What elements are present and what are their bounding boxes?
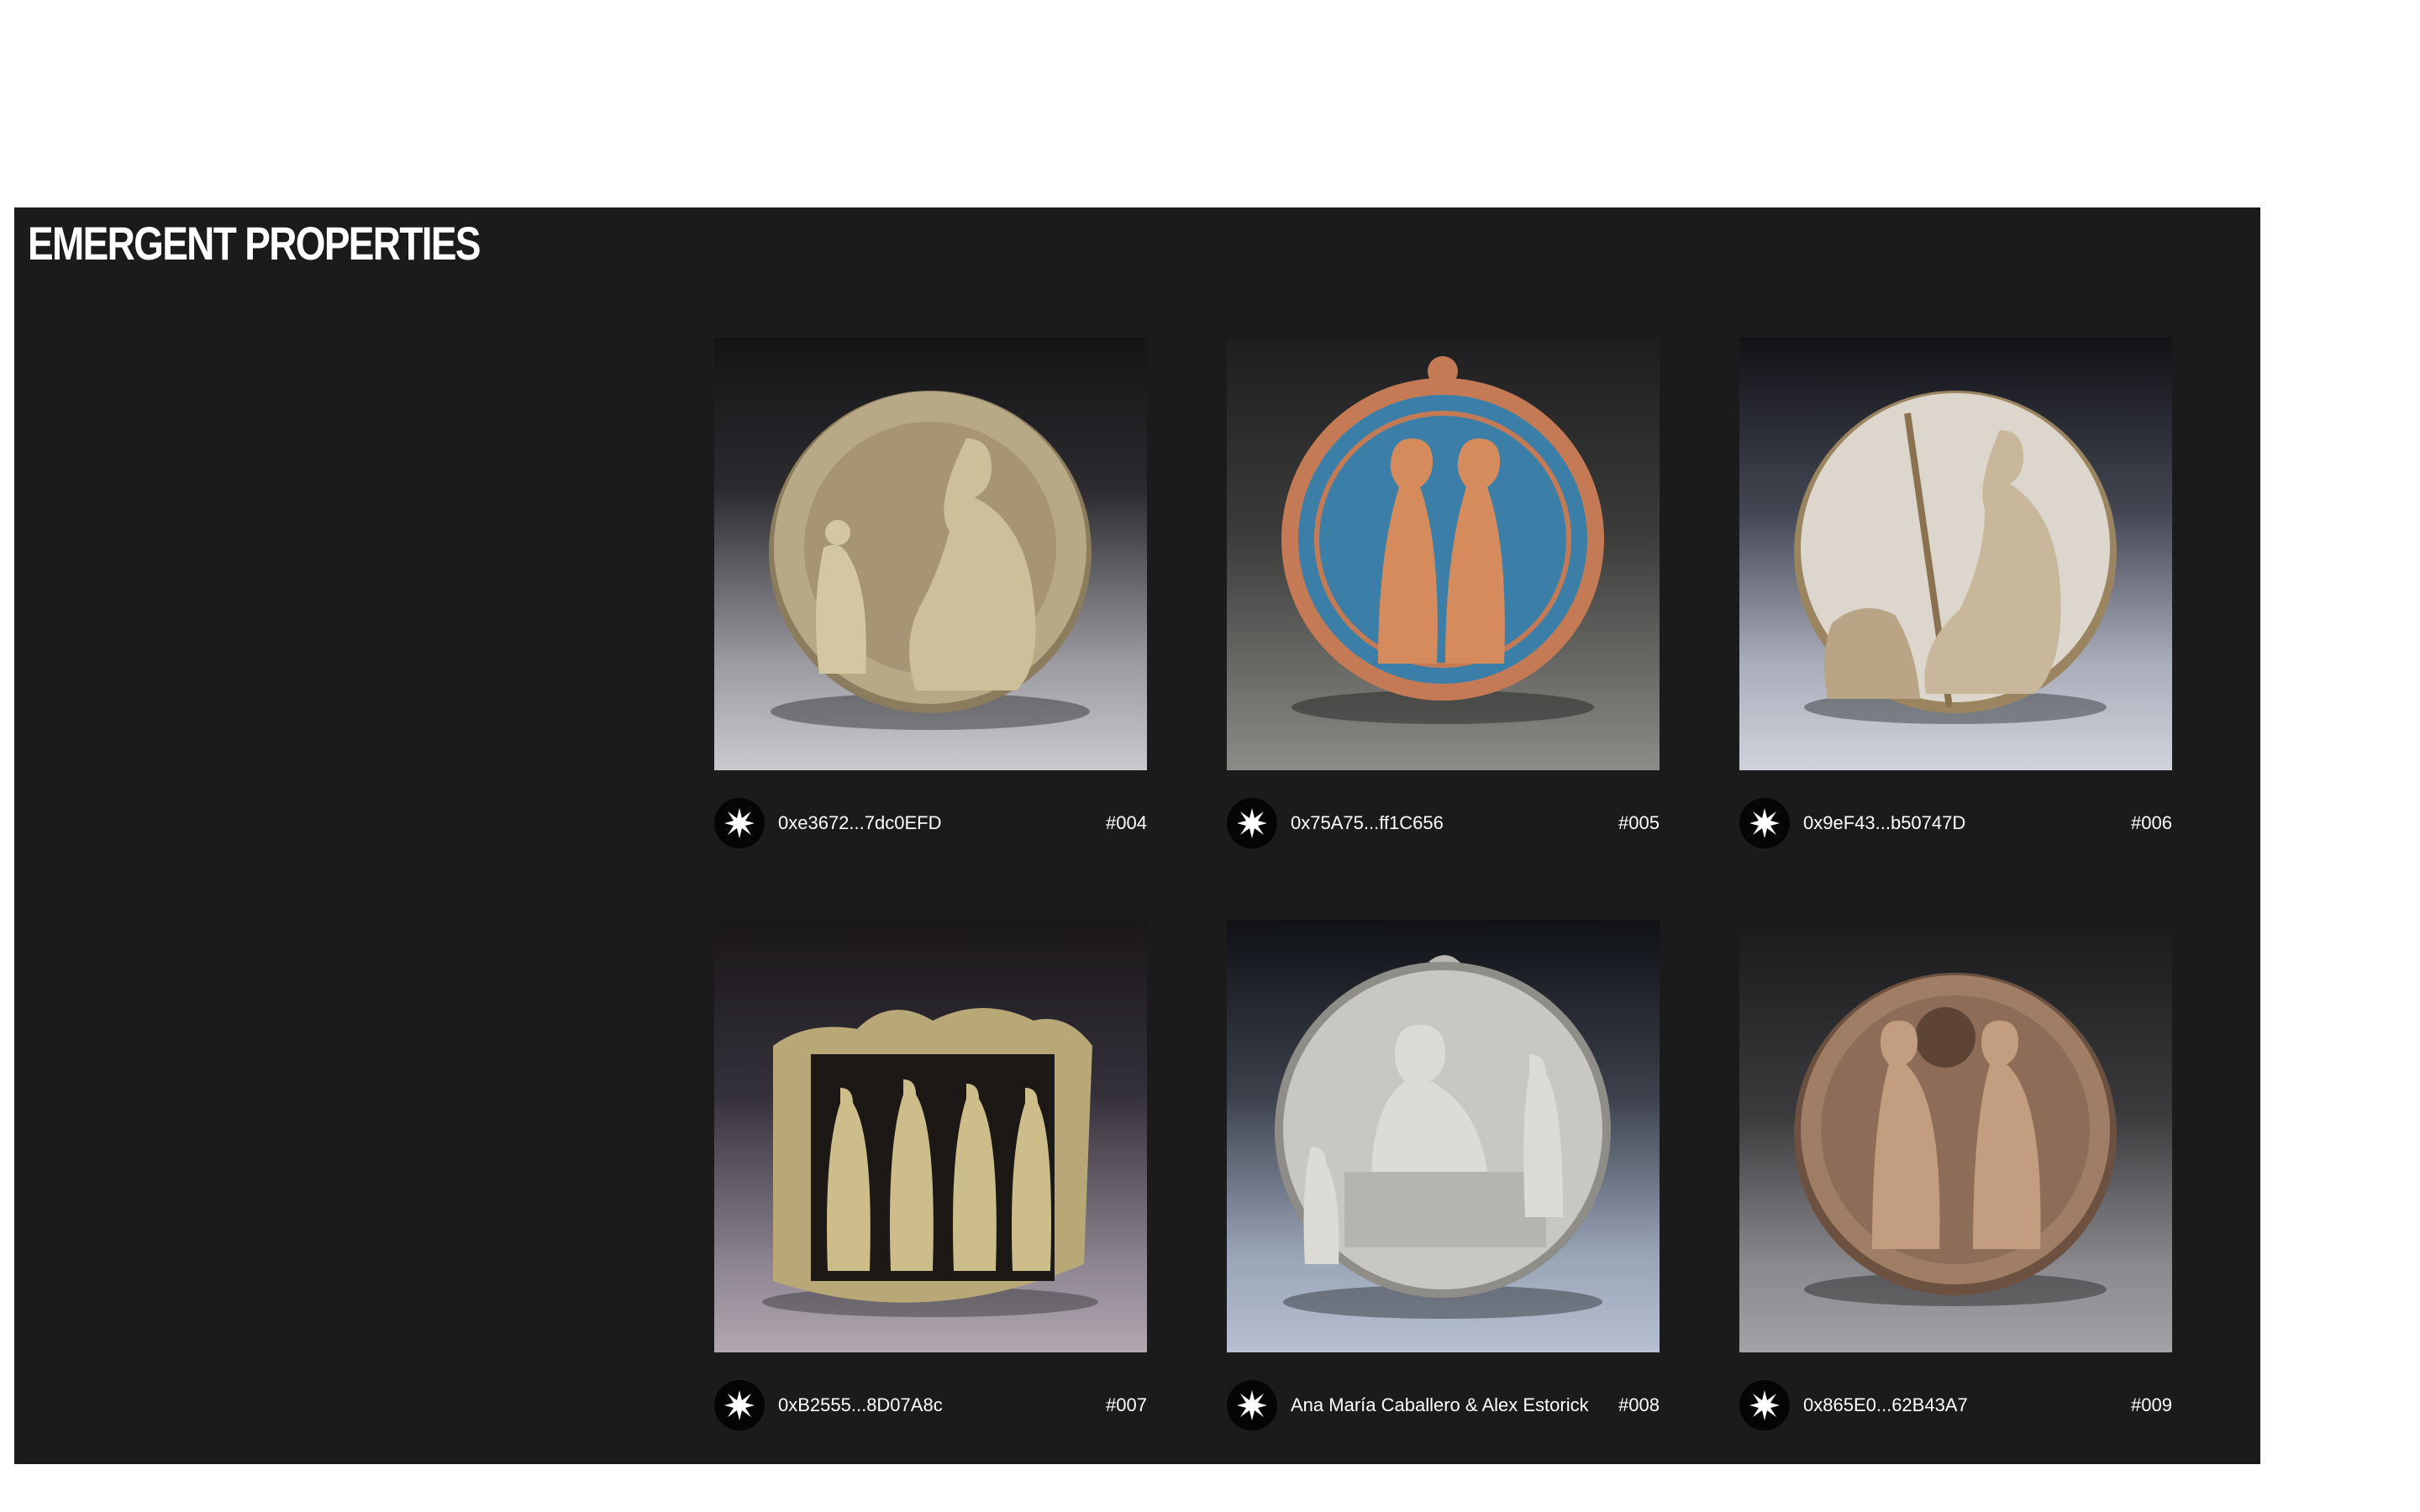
nft-grid: 0xe3672...7dc0EFD #004 0x75A75...ff1C656… <box>714 338 2172 1431</box>
owner-avatar[interactable] <box>1227 798 1277 848</box>
token-number: #007 <box>1106 1394 1147 1415</box>
token-number: #009 <box>2131 1394 2172 1415</box>
nft-meta: Ana María Caballero & Alex Estorick #008 <box>1227 1380 1660 1431</box>
owner-name[interactable]: 0xB2555...8D07A8c <box>778 1394 1106 1416</box>
section-title: EMERGENT PROPERTIES <box>28 217 481 270</box>
starburst-icon <box>1237 808 1267 838</box>
nft-thumbnail[interactable] <box>1739 338 2172 770</box>
owner-name[interactable]: Ana María Caballero & Alex Estorick <box>1291 1394 1618 1416</box>
nft-thumbnail[interactable] <box>1739 920 2172 1352</box>
silver-medal-scribe-icon <box>1275 955 1611 1319</box>
gold-relief-four-figures-icon <box>762 1008 1098 1317</box>
owner-avatar[interactable] <box>714 1380 765 1431</box>
owner-name[interactable]: 0x75A75...ff1C656 <box>1291 812 1618 834</box>
nft-card[interactable]: 0x9eF43...b50747D #006 <box>1739 338 2172 848</box>
owner-avatar[interactable] <box>1227 1380 1277 1431</box>
nft-card[interactable]: Ana María Caballero & Alex Estorick #008 <box>1227 920 1660 1431</box>
starburst-icon <box>724 808 755 838</box>
starburst-icon <box>1749 808 1780 838</box>
owner-name[interactable]: 0x865E0...62B43A7 <box>1803 1394 2131 1416</box>
nft-meta: 0x9eF43...b50747D #006 <box>1739 798 2172 848</box>
starburst-icon <box>1749 1390 1780 1420</box>
nft-thumbnail[interactable] <box>1227 338 1660 770</box>
copper-medal-two-women-icon <box>1794 973 2117 1306</box>
nft-thumbnail[interactable] <box>1227 920 1660 1352</box>
enamel-medal-two-figures-icon <box>1281 356 1604 724</box>
owner-avatar[interactable] <box>1739 1380 1790 1431</box>
nft-meta: 0x865E0...62B43A7 #009 <box>1739 1380 2172 1431</box>
emergent-properties-section: EMERGENT PROPERTIES 0xe3672...7dc0EFD #0… <box>14 207 2260 1464</box>
nft-card[interactable]: 0xe3672...7dc0EFD #004 <box>714 338 1147 848</box>
nft-meta: 0xB2555...8D07A8c #007 <box>714 1380 1147 1431</box>
owner-name[interactable]: 0x9eF43...b50747D <box>1803 812 2131 834</box>
owner-name[interactable]: 0xe3672...7dc0EFD <box>778 812 1106 834</box>
token-number: #006 <box>2131 812 2172 833</box>
token-number: #008 <box>1618 1394 1660 1415</box>
nft-card[interactable]: 0x75A75...ff1C656 #005 <box>1227 338 1660 848</box>
bronze-medal-seated-woman-child-icon <box>769 391 1092 730</box>
nft-thumbnail[interactable] <box>714 338 1147 770</box>
owner-avatar[interactable] <box>1739 798 1790 848</box>
token-number: #005 <box>1618 812 1660 833</box>
nft-meta: 0xe3672...7dc0EFD #004 <box>714 798 1147 848</box>
silver-medal-spinner-icon <box>1794 391 2117 724</box>
starburst-icon <box>724 1390 755 1420</box>
token-number: #004 <box>1106 812 1147 833</box>
starburst-icon <box>1237 1390 1267 1420</box>
nft-thumbnail[interactable] <box>714 920 1147 1352</box>
nft-card[interactable]: 0x865E0...62B43A7 #009 <box>1739 920 2172 1431</box>
owner-avatar[interactable] <box>714 798 765 848</box>
nft-meta: 0x75A75...ff1C656 #005 <box>1227 798 1660 848</box>
nft-card[interactable]: 0xB2555...8D07A8c #007 <box>714 920 1147 1431</box>
